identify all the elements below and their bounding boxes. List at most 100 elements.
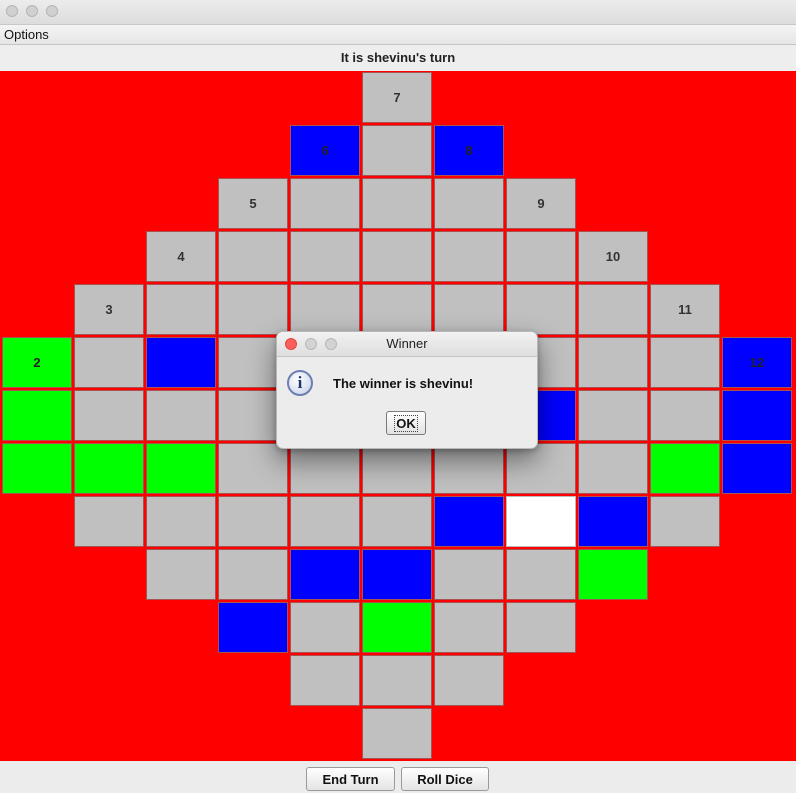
column-5-header-cell[interactable]: 5	[218, 178, 288, 229]
board-cell[interactable]	[434, 549, 504, 600]
board-cell[interactable]	[74, 337, 144, 388]
board-cell[interactable]	[578, 549, 648, 600]
board-cell[interactable]	[290, 178, 360, 229]
board-cell[interactable]	[362, 443, 432, 494]
board-cell[interactable]	[362, 178, 432, 229]
board-cell[interactable]	[74, 496, 144, 547]
column-label: 10	[605, 249, 621, 264]
board-cell[interactable]	[362, 549, 432, 600]
board-cell[interactable]	[146, 549, 216, 600]
column-label: 12	[749, 355, 765, 370]
board-cell[interactable]	[506, 602, 576, 653]
board-cell[interactable]	[434, 655, 504, 706]
board-cell[interactable]	[650, 390, 720, 441]
board-cell[interactable]	[146, 443, 216, 494]
board-cell[interactable]	[650, 496, 720, 547]
board-cell[interactable]	[74, 390, 144, 441]
column-label: 7	[393, 90, 401, 105]
ok-label: OK	[394, 414, 418, 432]
board-cell[interactable]	[146, 284, 216, 335]
board-cell[interactable]	[578, 496, 648, 547]
board-cell[interactable]	[506, 284, 576, 335]
board-cell[interactable]	[218, 284, 288, 335]
board-cell[interactable]	[362, 602, 432, 653]
dialog-zoom-button	[325, 338, 337, 350]
info-icon: i	[287, 370, 313, 396]
board-cell[interactable]	[362, 496, 432, 547]
board-cell[interactable]	[506, 231, 576, 282]
board-cell[interactable]	[290, 284, 360, 335]
board-cell[interactable]	[434, 178, 504, 229]
column-label: 9	[537, 196, 545, 211]
board-cell[interactable]	[506, 443, 576, 494]
close-window-button[interactable]	[6, 5, 18, 17]
dialog-minimize-button	[305, 338, 317, 350]
column-label: 2	[33, 355, 41, 370]
board-cell[interactable]	[218, 443, 288, 494]
board-cell[interactable]	[290, 496, 360, 547]
window-titlebar	[0, 0, 796, 25]
column-label: 3	[105, 302, 113, 317]
board-cell[interactable]	[362, 655, 432, 706]
board-cell[interactable]	[218, 602, 288, 653]
turn-status: It is shevinu's turn	[0, 45, 796, 71]
board-cell[interactable]	[578, 390, 648, 441]
board-cell[interactable]	[2, 390, 72, 441]
zoom-window-button[interactable]	[46, 5, 58, 17]
board-cell[interactable]	[218, 496, 288, 547]
dialog-message: The winner is shevinu!	[333, 376, 474, 391]
board-cell[interactable]	[650, 443, 720, 494]
board-cell[interactable]	[578, 443, 648, 494]
board-cell[interactable]	[434, 443, 504, 494]
column-12-header-cell[interactable]: 12	[722, 337, 792, 388]
column-8-header-cell[interactable]: 8	[434, 125, 504, 176]
board-cell[interactable]	[362, 231, 432, 282]
column-label: 6	[321, 143, 329, 158]
board-cell[interactable]	[434, 602, 504, 653]
board-cell[interactable]	[218, 549, 288, 600]
column-9-header-cell[interactable]: 9	[506, 178, 576, 229]
board-cell[interactable]	[146, 337, 216, 388]
board-cell[interactable]	[74, 443, 144, 494]
board-cell[interactable]	[290, 231, 360, 282]
board-cell[interactable]	[290, 602, 360, 653]
board-cell[interactable]	[434, 284, 504, 335]
board-cell[interactable]	[434, 231, 504, 282]
column-2-header-cell[interactable]: 2	[2, 337, 72, 388]
column-11-header-cell[interactable]: 11	[650, 284, 720, 335]
column-6-header-cell[interactable]: 6	[290, 125, 360, 176]
board-cell[interactable]	[434, 496, 504, 547]
column-10-header-cell[interactable]: 10	[578, 231, 648, 282]
column-label: 5	[249, 196, 257, 211]
board-cell[interactable]	[362, 708, 432, 759]
board-cell[interactable]	[362, 284, 432, 335]
ok-button[interactable]: OK	[386, 411, 426, 435]
column-7-header-cell[interactable]: 7	[362, 72, 432, 123]
board-cell[interactable]	[578, 284, 648, 335]
dialog-close-button[interactable]	[285, 338, 297, 350]
column-label: 4	[177, 249, 185, 264]
board-cell[interactable]	[146, 496, 216, 547]
board-cell[interactable]	[290, 549, 360, 600]
column-label: 11	[678, 302, 692, 317]
board-cell[interactable]	[578, 337, 648, 388]
board-cell[interactable]	[506, 496, 576, 547]
column-4-header-cell[interactable]: 4	[146, 231, 216, 282]
roll-dice-button[interactable]: Roll Dice	[401, 767, 489, 791]
board-cell[interactable]	[722, 443, 792, 494]
board-cell[interactable]	[218, 231, 288, 282]
menu-options[interactable]: Options	[4, 27, 49, 42]
end-turn-button[interactable]: End Turn	[306, 767, 395, 791]
column-3-header-cell[interactable]: 3	[74, 284, 144, 335]
winner-dialog: Winner i The winner is shevinu! OK	[276, 331, 538, 449]
board-cell[interactable]	[290, 655, 360, 706]
board-cell[interactable]	[722, 390, 792, 441]
minimize-window-button[interactable]	[26, 5, 38, 17]
board-cell[interactable]	[506, 549, 576, 600]
board-cell[interactable]	[146, 390, 216, 441]
board-cell[interactable]	[650, 337, 720, 388]
board-cell[interactable]	[2, 443, 72, 494]
menu-bar: Options	[0, 25, 796, 45]
board-cell[interactable]	[290, 443, 360, 494]
board-cell[interactable]	[362, 125, 432, 176]
